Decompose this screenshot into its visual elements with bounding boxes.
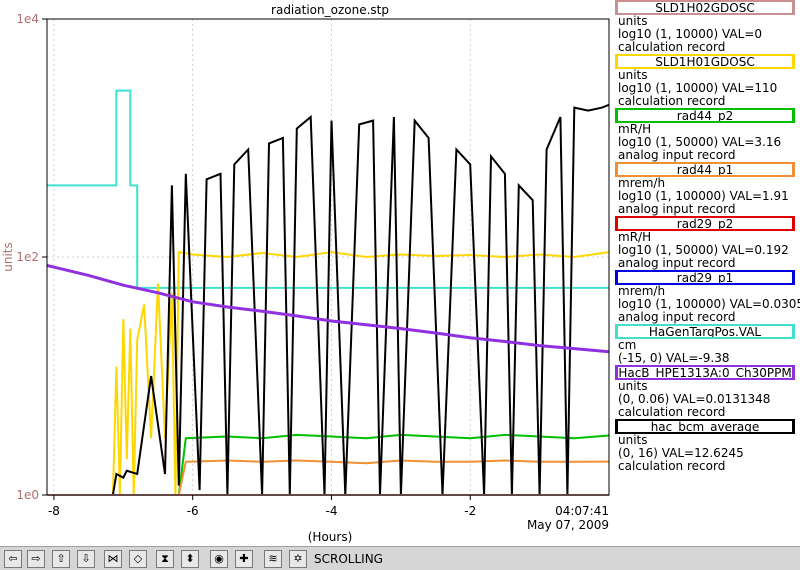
x-tick-label: -2	[464, 504, 476, 518]
legend-record: analog input record	[618, 256, 736, 270]
scroll-left-button[interactable]: ⇦	[4, 550, 22, 568]
legend-series-name[interactable]: SLD1H01GDOSC	[615, 54, 795, 69]
scroll-right-button[interactable]: ⇨	[27, 550, 45, 568]
y-tick-label: 1e0	[16, 488, 39, 502]
end-date-label: May 07, 2009	[527, 518, 609, 532]
mode-button[interactable]: ≋	[264, 550, 282, 568]
scroll-up-button[interactable]: ⇧	[52, 550, 70, 568]
zoom-in-y-button[interactable]: ⧗	[156, 550, 174, 568]
legend-entry[interactable]: SLD1H02GDOSC units log10 (1, 10000) VAL=0 c…	[613, 0, 800, 54]
legend-entry[interactable]: rad44_p2 mR/H log10 (1, 50000) VAL=3.16 ana…	[613, 108, 800, 162]
legend-record: analog input record	[618, 310, 736, 324]
zoom-out-x-button[interactable]: ◇	[129, 550, 147, 568]
legend-record: analog input record	[618, 148, 736, 162]
legend-entry[interactable]: SLD1H01GDOSC units log10 (1, 10000) VAL=11…	[613, 54, 800, 108]
legend-record: calculation record	[618, 459, 726, 473]
legend-entry[interactable]: rad29_p2 mR/H log10 (1, 50000) VAL=0.192 an…	[613, 216, 800, 270]
legend-series-name[interactable]: SLD1H02GDOSC	[615, 0, 795, 15]
legend-entry[interactable]: hac_bcm_average units (0, 16) VAL=12.6245 c…	[613, 419, 800, 473]
y-tick-label: 1e4	[16, 12, 39, 26]
y-axis-label: units	[1, 242, 15, 272]
legend-entry[interactable]: HaGenTargPos.VAL cm (-15, 0) VAL=-9.38	[613, 324, 800, 365]
legend-record: calculation record	[618, 94, 726, 108]
legend-entry[interactable]: rad29_p1 mrem/h log10 (1, 100000) VAL=0.03…	[613, 270, 800, 324]
zoom-in-x-button[interactable]: ⋈	[104, 550, 122, 568]
zoom-out-y-button[interactable]: ⬍	[181, 550, 199, 568]
status-label: SCROLLING	[314, 552, 383, 566]
x-tick-label: -6	[187, 504, 199, 518]
x-tick-label: -8	[48, 504, 60, 518]
y-tick-label: 1e2	[16, 250, 39, 264]
legend-record: calculation record	[618, 40, 726, 54]
legend-series-name[interactable]: HacB_HPE1313A:0_Ch30PPM	[615, 365, 795, 380]
chart: -8 -6 -4 -2 1e0 1e2 1e4 radiation_ozone.stp un…	[0, 0, 613, 545]
toolbar: ⇦ ⇨ ⇧ ⇩ ⋈ ◇ ⧗ ⬍ ◉ ✚ ≋ ✡ SCROLLING	[0, 546, 800, 570]
x-axis-label: (Hours)	[308, 530, 353, 544]
plot-background	[0, 0, 613, 545]
auto-scale-button[interactable]: ◉	[210, 550, 228, 568]
legend-series-name[interactable]: hac_bcm_average	[615, 419, 795, 434]
legend-series-name[interactable]: HaGenTargPos.VAL	[615, 324, 795, 339]
legend-range: (-15, 0) VAL=-9.38	[618, 351, 730, 365]
end-time-label: 04:07:41	[555, 504, 609, 518]
legend-series-name[interactable]: rad44_p2	[615, 108, 795, 123]
legend-series-name[interactable]: rad29_p1	[615, 270, 795, 285]
scroll-mode-button[interactable]: ✡	[289, 550, 307, 568]
legend-series-name[interactable]: rad44_p1	[615, 162, 795, 177]
legend: SLD1H02GDOSC units log10 (1, 10000) VAL=0 c…	[613, 0, 800, 545]
legend-entry[interactable]: rad44_p1 mrem/h log10 (1, 100000) VAL=1.91…	[613, 162, 800, 216]
legend-series-name[interactable]: rad29_p2	[615, 216, 795, 231]
chart-title: radiation_ozone.stp	[271, 3, 389, 17]
legend-record: calculation record	[618, 405, 726, 419]
scroll-down-button[interactable]: ⇩	[77, 550, 95, 568]
legend-entry[interactable]: HacB_HPE1313A:0_Ch30PPM units (0, 0.06) VA…	[613, 365, 800, 419]
x-tick-label: -4	[325, 504, 337, 518]
add-button[interactable]: ✚	[235, 550, 253, 568]
legend-record: analog input record	[618, 202, 736, 216]
